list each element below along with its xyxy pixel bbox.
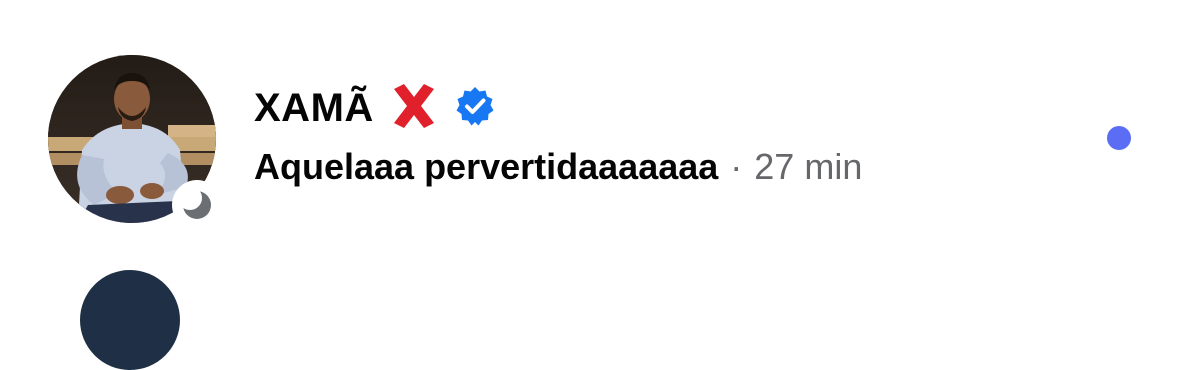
unread-indicator	[1107, 126, 1131, 150]
next-conversation-avatar[interactable]	[80, 270, 180, 370]
conversation-row[interactable]: XAMÃ Aquelaaa pervertidaaaaaaa · 27 min	[0, 0, 1179, 240]
verified-badge-icon	[454, 85, 496, 132]
message-preview: Aquelaaa pervertidaaaaaaa	[254, 146, 719, 187]
message-preview-line: Aquelaaa pervertidaaaaaaa · 27 min	[254, 142, 862, 192]
contact-name: XAMÃ	[254, 85, 374, 130]
presence-status	[172, 180, 222, 230]
cross-mark-icon	[388, 80, 440, 137]
separator: ·	[730, 146, 743, 187]
name-line: XAMÃ	[254, 80, 496, 136]
timestamp: 27 min	[754, 146, 863, 187]
moon-status-icon	[178, 186, 211, 219]
